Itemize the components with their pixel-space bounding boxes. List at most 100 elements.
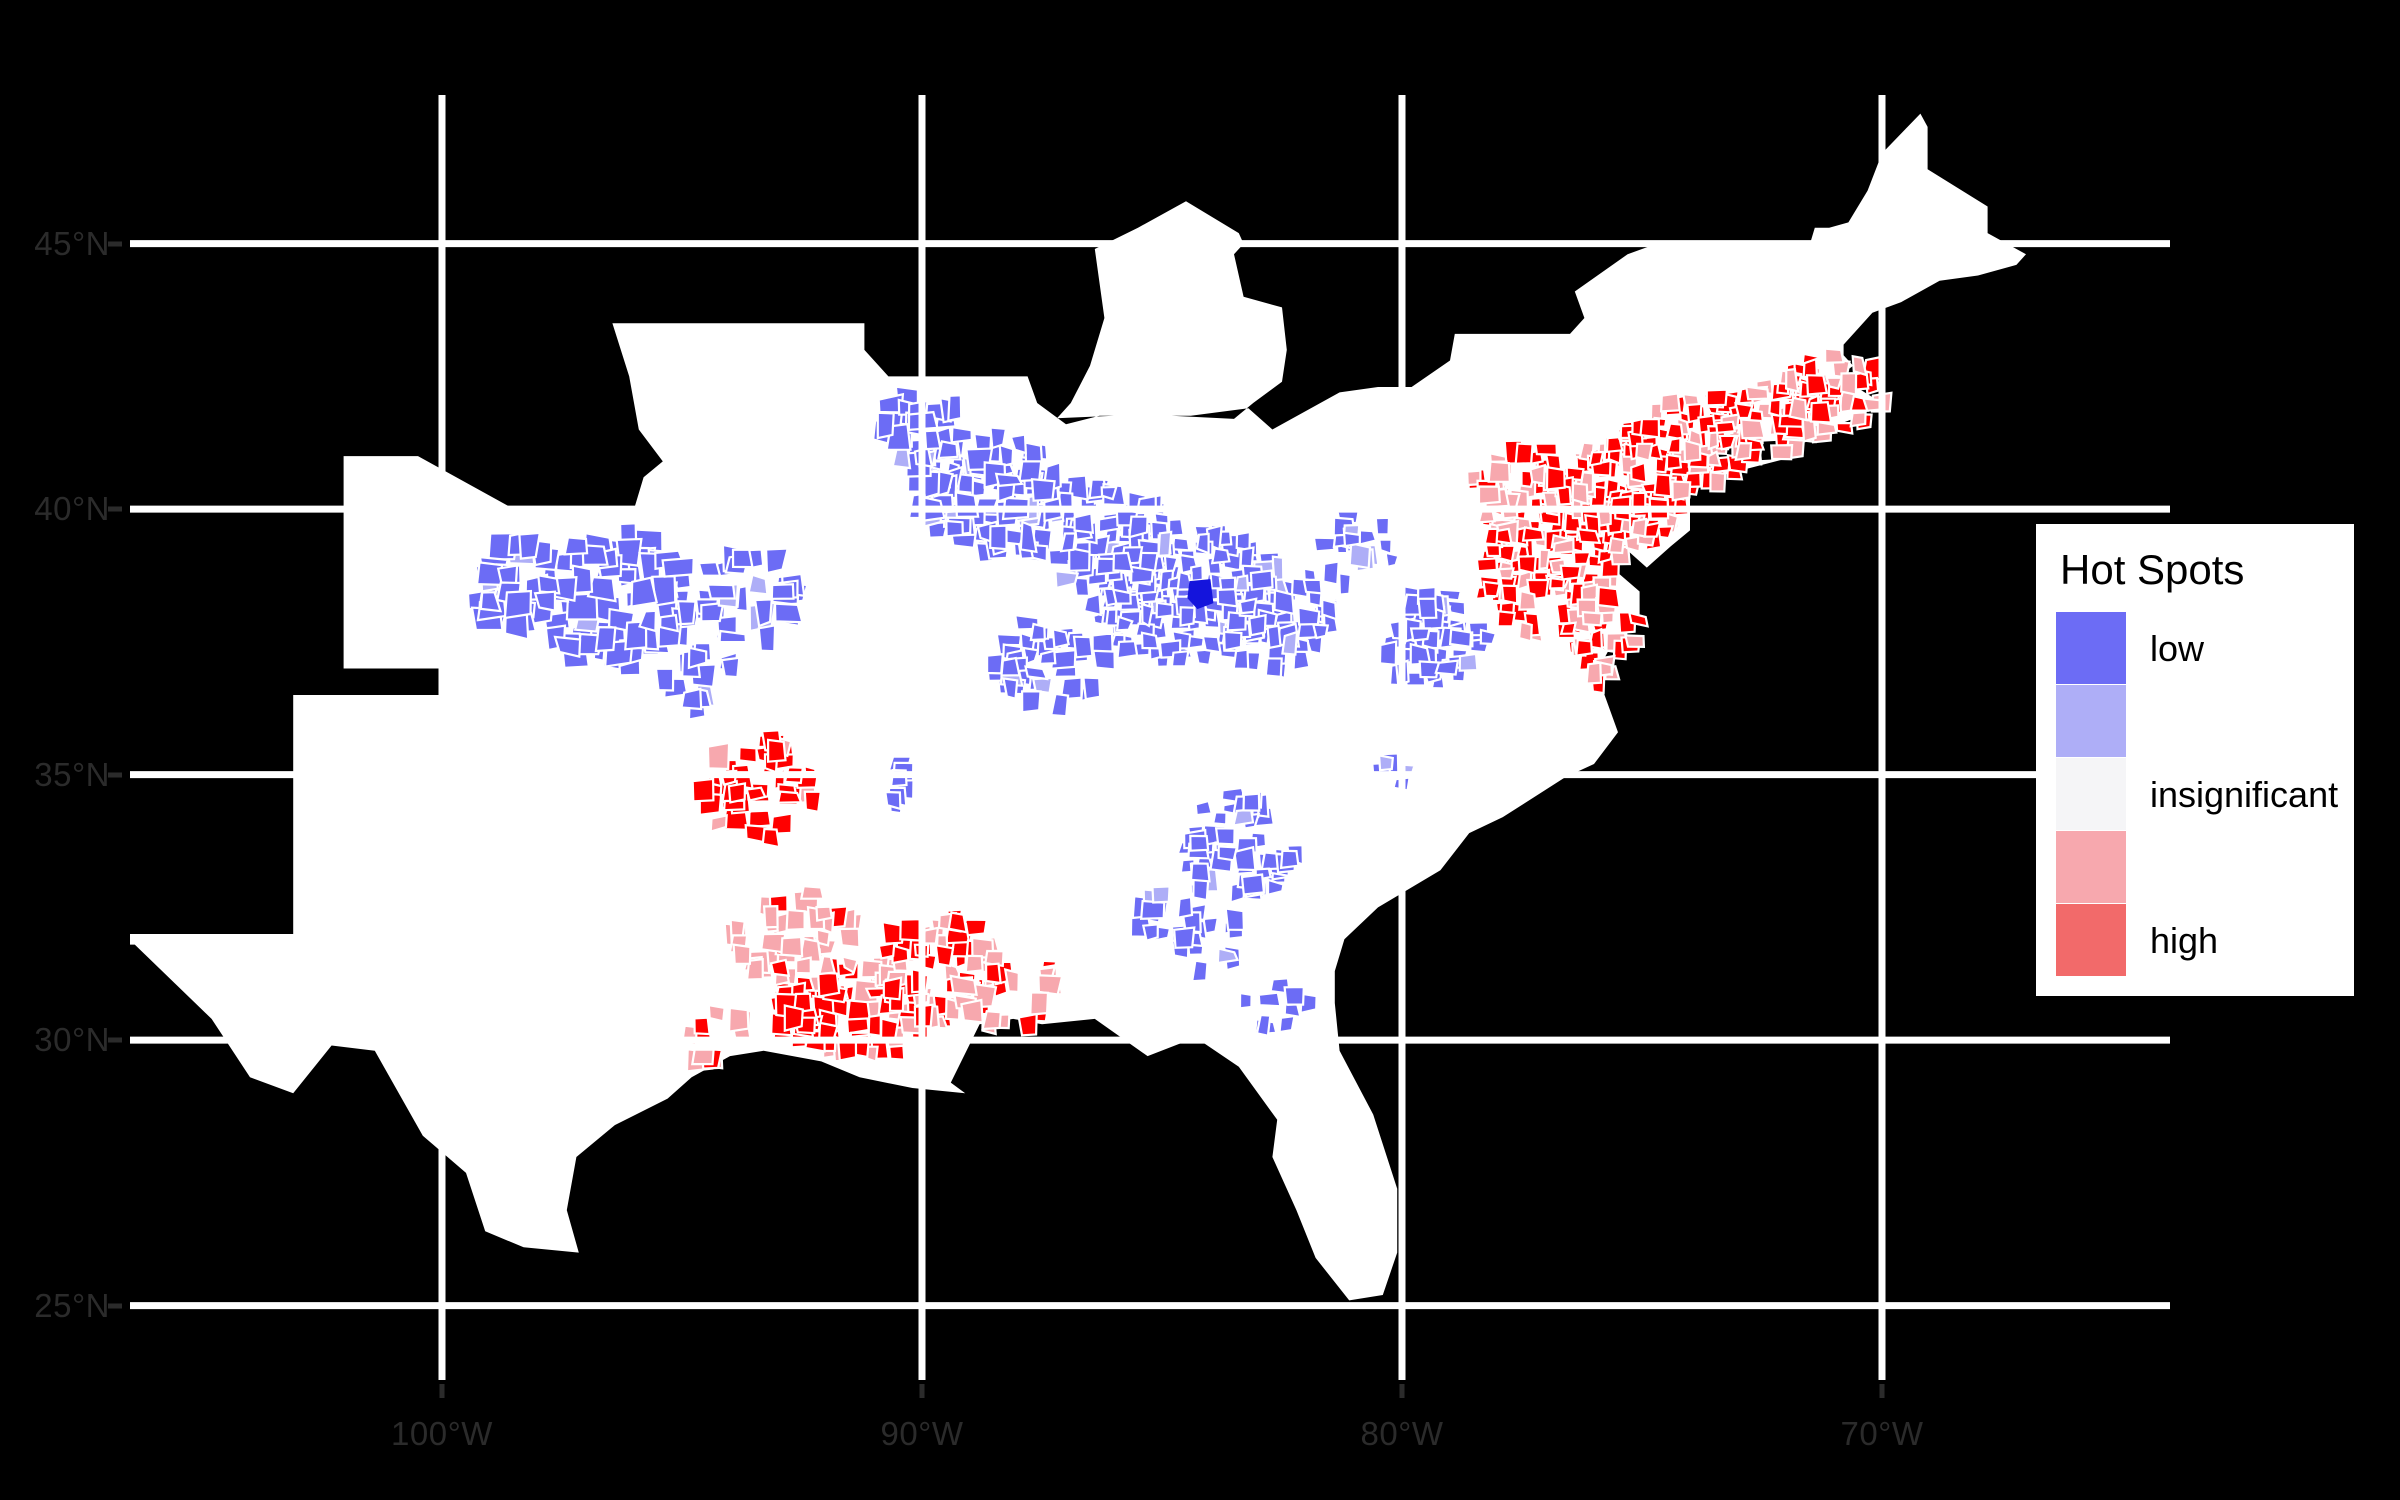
county-region	[1517, 555, 1537, 575]
county-region	[1482, 580, 1501, 598]
latitude-tick-label: 45°N	[34, 224, 110, 262]
county-region	[846, 999, 871, 1021]
latitude-tick-label: 35°N	[34, 755, 110, 793]
legend-swatch	[2056, 758, 2126, 830]
county-region	[1518, 589, 1538, 611]
county-region	[1151, 885, 1171, 904]
county-region	[1179, 606, 1196, 627]
county-region	[727, 1006, 750, 1033]
county-region	[761, 827, 781, 849]
county-region	[1585, 661, 1603, 685]
county-region	[1068, 546, 1091, 572]
county-region	[1190, 959, 1209, 983]
latitude-tick-mark	[108, 241, 122, 247]
county-region	[1545, 466, 1566, 491]
legend-key: low	[2056, 612, 2204, 685]
county-region	[1030, 477, 1056, 502]
county-region	[1384, 551, 1400, 569]
latitude-tick-mark	[108, 1037, 122, 1043]
county-region	[747, 573, 769, 596]
county-region	[1624, 634, 1646, 649]
legend-label: insignificant	[2150, 773, 2339, 815]
county-region	[1024, 665, 1049, 681]
county-region	[1770, 443, 1794, 461]
county-region	[1475, 557, 1499, 573]
longitude-tick-label: 100°W	[391, 1415, 493, 1452]
county-region	[1529, 463, 1546, 485]
county-region	[691, 1048, 715, 1066]
county-region	[1249, 569, 1274, 591]
county-region	[1538, 548, 1551, 571]
county-region	[964, 954, 984, 974]
county-region	[1734, 441, 1753, 462]
county-region	[1597, 509, 1612, 527]
county-region	[1816, 420, 1838, 436]
county-region	[1322, 560, 1340, 586]
county-region	[1189, 862, 1211, 883]
longitude-tick-mark	[1879, 1384, 1885, 1398]
latitude-tick-label: 40°N	[34, 490, 110, 528]
county-region	[654, 667, 675, 692]
county-region	[1630, 461, 1648, 484]
county-region	[661, 556, 695, 578]
longitude-tick-label: 80°W	[1360, 1415, 1444, 1452]
county-region	[1559, 621, 1577, 635]
county-region	[1744, 385, 1770, 401]
county-region	[1217, 845, 1239, 862]
county-region	[1266, 624, 1282, 650]
legend-swatch	[2056, 612, 2126, 684]
county-region	[1805, 374, 1829, 396]
county-region	[770, 583, 795, 600]
county-region	[757, 623, 777, 653]
legend-key: high	[2056, 904, 2218, 977]
longitude-tick-mark	[1399, 1384, 1405, 1398]
county-region	[1458, 652, 1479, 672]
county-region	[1211, 811, 1228, 826]
county-region	[732, 943, 752, 965]
legend-swatch	[2056, 904, 2126, 976]
county-region	[1630, 517, 1648, 538]
county-region	[1302, 578, 1323, 595]
county-region	[937, 440, 959, 460]
county-region	[1378, 640, 1398, 666]
map-panel	[130, 95, 2170, 1380]
county-region	[876, 411, 895, 440]
county-region	[1233, 845, 1257, 872]
county-region	[727, 782, 747, 804]
county-region	[693, 1016, 711, 1036]
county-region	[1709, 471, 1727, 493]
county-region	[769, 958, 791, 977]
county-region	[1047, 548, 1071, 567]
county-region	[1242, 792, 1261, 812]
county-region	[954, 491, 980, 518]
county-region	[1170, 649, 1190, 668]
county-region	[1739, 418, 1766, 440]
longitude-tick-label: 70°W	[1840, 1415, 1924, 1452]
county-region	[1607, 536, 1625, 555]
county-region	[1840, 371, 1858, 396]
county-region	[1653, 473, 1673, 498]
county-region	[1240, 873, 1266, 896]
county-region	[1264, 657, 1283, 679]
county-region	[838, 927, 861, 949]
county-region	[922, 926, 940, 945]
county-region	[1029, 991, 1050, 1016]
longitude-tick-mark	[439, 1384, 445, 1398]
county-region	[1129, 565, 1155, 584]
county-region	[1374, 516, 1391, 536]
county-region	[1176, 895, 1194, 920]
county-region	[1173, 926, 1196, 949]
county-region	[1581, 610, 1603, 627]
county-region	[799, 885, 825, 900]
county-region	[1559, 564, 1582, 581]
county-region	[737, 746, 758, 764]
county-region	[1195, 532, 1210, 555]
county-region	[1082, 592, 1102, 617]
county-region	[1665, 453, 1683, 471]
county-region	[1514, 442, 1534, 465]
county-region	[753, 598, 773, 628]
county-region	[783, 1004, 804, 1033]
county-region	[960, 998, 984, 1024]
county-region	[1707, 431, 1720, 451]
longitude-tick-mark	[919, 1384, 925, 1398]
